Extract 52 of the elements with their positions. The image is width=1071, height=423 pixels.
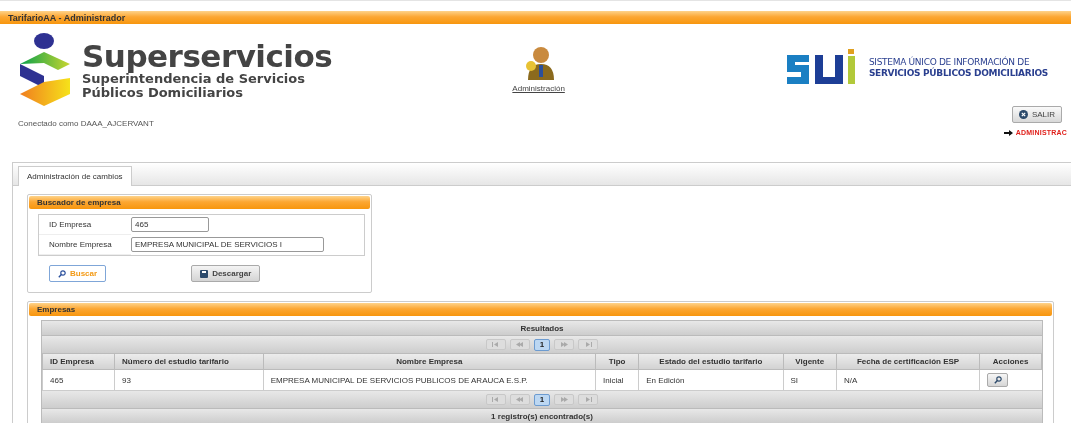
first-page-button[interactable] — [486, 339, 506, 350]
pager-arrow-icon — [584, 397, 592, 402]
column-header: Tipo — [595, 354, 639, 370]
previous-page-button[interactable] — [510, 394, 530, 405]
column-header: Vigente — [783, 354, 837, 370]
last-page-button[interactable] — [578, 339, 598, 350]
logo-icon — [18, 32, 70, 107]
administrator-person-icon — [523, 46, 554, 80]
save-icon — [200, 269, 209, 278]
search-icon — [993, 376, 1002, 384]
first-page-button[interactable] — [486, 394, 506, 405]
previous-page-button[interactable] — [510, 339, 530, 350]
brand-name: Superservicios — [82, 39, 333, 72]
panel-title: Buscador de empresa — [29, 196, 370, 209]
page-number-button[interactable]: 1 — [534, 393, 550, 406]
administration-link[interactable]: Administración — [512, 84, 565, 93]
page-number-button[interactable]: 1 — [534, 338, 550, 351]
download-button[interactable]: Descargar — [191, 265, 261, 282]
view-button[interactable] — [987, 373, 1009, 387]
column-header: Fecha de certificación ESP — [836, 354, 980, 370]
table-cell: 465 — [42, 369, 115, 391]
close-icon — [1018, 110, 1028, 119]
sui-title: SERVICIOS PÚBLICOS DOMICILIARIOS — [868, 67, 1048, 79]
column-header: Estado del estudio tarifario — [638, 354, 784, 370]
record-count: 1 registro(s) encontrado(s) — [491, 411, 593, 421]
input-field[interactable]: EMPRESA MUNICIPAL DE SERVICIOS I — [131, 237, 324, 252]
previous-page-icon — [516, 397, 524, 402]
pager-arrow-icon — [584, 342, 592, 347]
next-page-icon — [560, 342, 568, 347]
column-header: Número del estudio tarifario — [114, 354, 264, 370]
column-header: Nombre Empresa — [263, 354, 596, 370]
column-header: ID Empresa — [42, 354, 115, 370]
arrow-right-icon — [1003, 129, 1013, 136]
previous-page-icon — [516, 342, 524, 347]
window-title: TarifarioAA - Administrador — [0, 11, 1071, 24]
input-field[interactable]: 465 — [131, 217, 209, 232]
panel-title: Empresas — [29, 303, 1052, 316]
table-cell: EMPRESA MUNICIPAL DE SERVICIOS PUBLICOS DE ARAUCA E.S.P. — [263, 369, 596, 391]
table-caption: Resultados — [520, 323, 564, 333]
next-page-button[interactable] — [554, 394, 574, 405]
column-header: Acciones — [979, 354, 1042, 370]
first-page-icon — [492, 397, 500, 402]
sui-title: SISTEMA ÚNICO DE INFORMACIÓN DE — [868, 56, 1031, 67]
logout-button[interactable]: SALIR — [1011, 106, 1062, 123]
connected-user-text: Conectado como DAAA_AJCERVANT — [18, 119, 155, 128]
tab[interactable]: Administración de cambios — [18, 166, 132, 186]
brand-subtitle: Públicos Domiciliarios — [82, 85, 244, 100]
last-page-button[interactable] — [578, 394, 598, 405]
search-icon — [58, 269, 66, 278]
next-page-button[interactable] — [554, 339, 574, 350]
first-page-icon — [492, 342, 500, 347]
next-page-icon — [560, 397, 568, 402]
